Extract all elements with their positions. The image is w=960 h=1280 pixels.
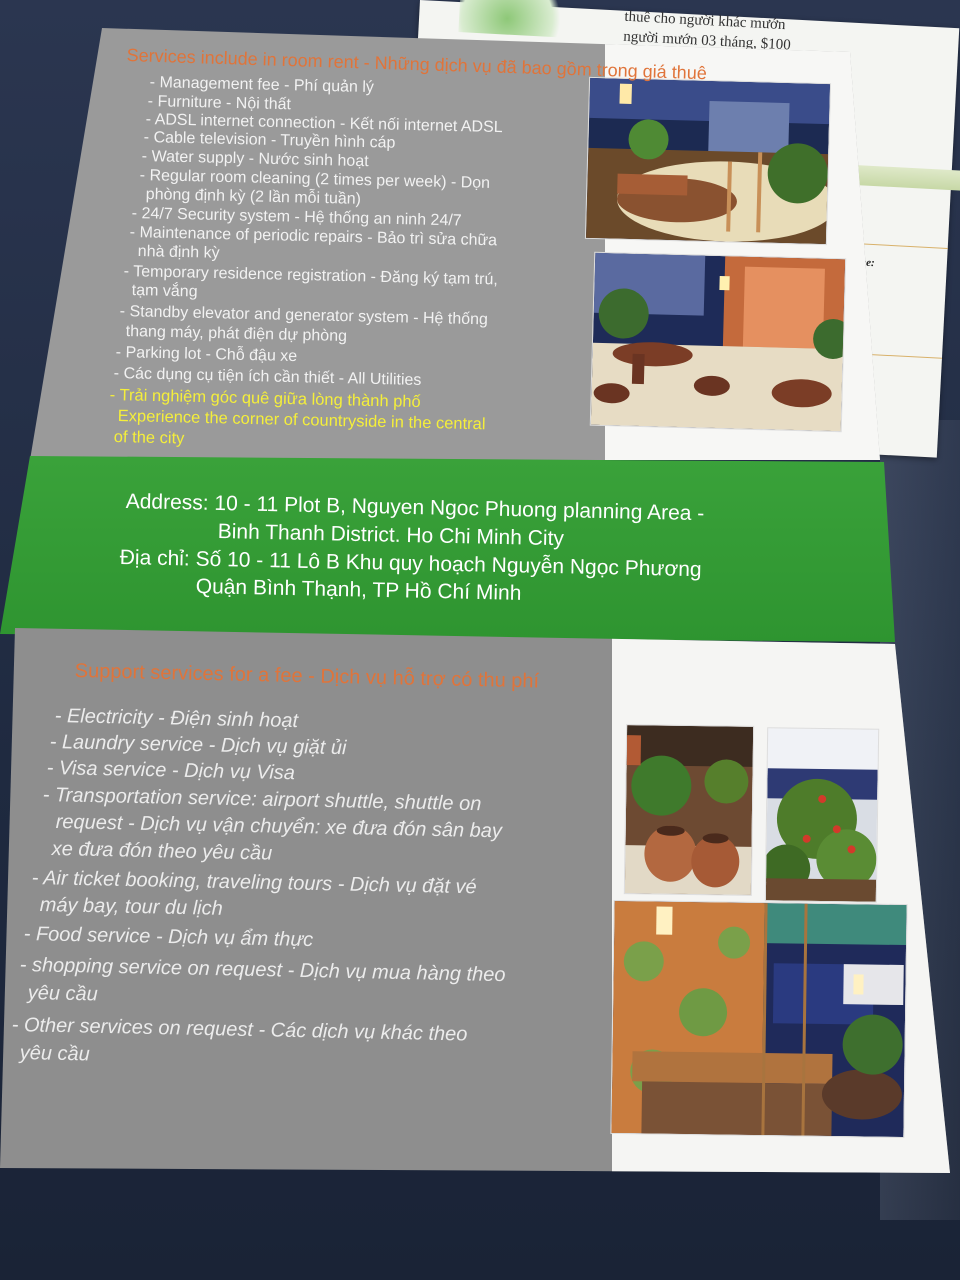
support-item: máy bay, tour du lịch (39, 893, 223, 920)
support-item: yêu cầu (27, 981, 99, 1006)
garden-photo-1 (584, 76, 832, 246)
service-item: nhà định kỳ (137, 242, 220, 262)
brochure: Services include in room rent - Những dị… (0, 0, 960, 1280)
highlight-line: of the city (113, 428, 185, 448)
plants-photo (764, 727, 880, 903)
service-item: tạm vắng (131, 281, 198, 301)
support-item: yêu cầu (19, 1041, 91, 1066)
garden-photo-2 (589, 251, 847, 433)
support-item: xe đưa đón theo yêu cầu (51, 837, 273, 865)
pots-photo (623, 724, 755, 896)
terrace-photo (610, 899, 908, 1139)
